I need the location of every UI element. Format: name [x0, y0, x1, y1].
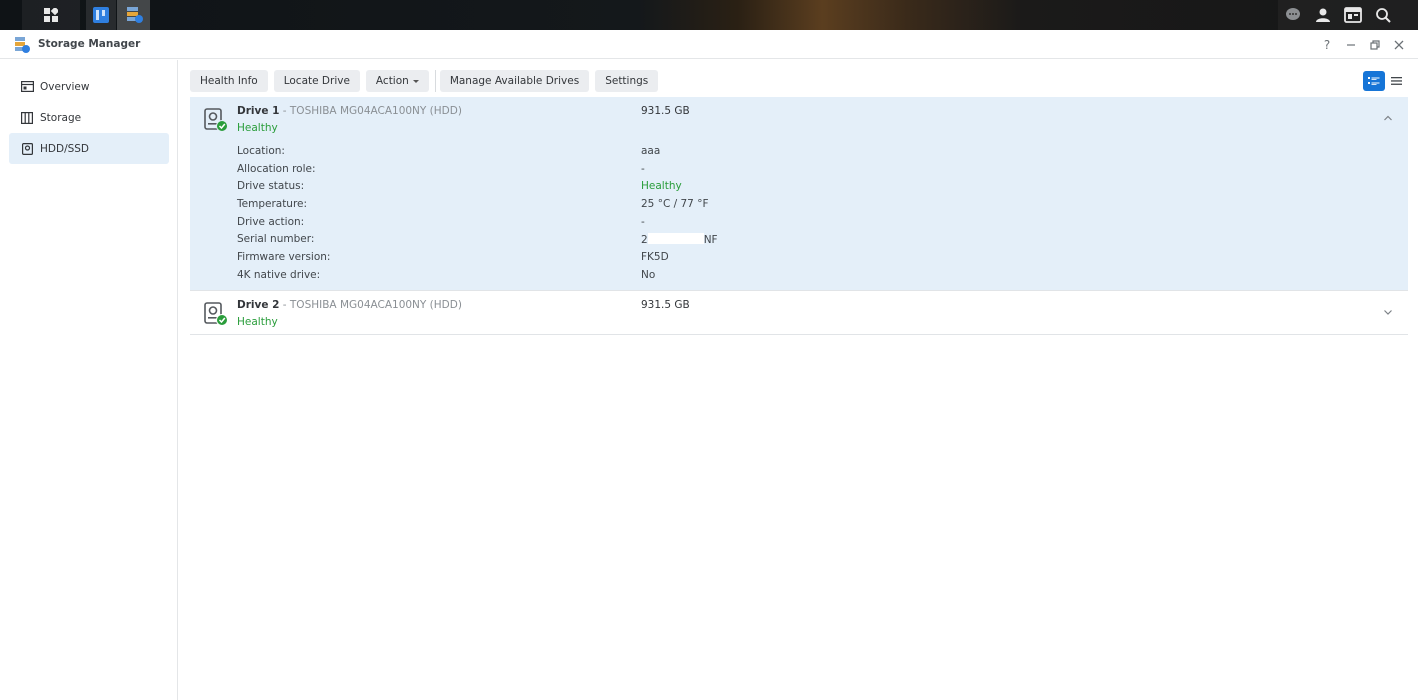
action-label: Action: [375, 75, 409, 87]
sidebar-item-label: Overview: [40, 80, 90, 93]
sidebar-item-label: Storage: [40, 111, 82, 124]
search-icon[interactable]: [1368, 0, 1398, 30]
storage-manager-icon: [15, 37, 30, 53]
chevron-down-icon[interactable]: [1382, 306, 1394, 318]
detail-label: Firmware version:: [237, 251, 331, 264]
sidebar-item-hdd-ssd[interactable]: HDD/SSD: [9, 133, 169, 164]
toolbar: Health Info Locate Drive Action Manage A…: [190, 70, 664, 92]
main-menu-button[interactable]: [22, 0, 80, 30]
serial-prefix: 2: [641, 234, 648, 247]
detail-label: Serial number:: [237, 233, 315, 246]
close-button[interactable]: [1390, 36, 1408, 54]
drive-model: - TOSHIBA MG04ACA100NY (HDD): [279, 105, 462, 117]
health-info-button[interactable]: Health Info: [190, 70, 268, 92]
taskbar-app-control-panel[interactable]: [86, 0, 116, 30]
list-view-button[interactable]: [1385, 71, 1407, 91]
grid-icon: [44, 8, 58, 22]
drive-title: Drive 2 - TOSHIBA MG04ACA100NY (HDD): [237, 299, 462, 311]
taskbar: [0, 0, 1418, 30]
detail-value: -: [641, 162, 645, 175]
detail-row-firmware-version: Firmware version: FK5D: [237, 251, 937, 269]
drive-name: Drive 1: [237, 105, 280, 117]
detail-value: Healthy: [641, 180, 682, 193]
window-title: Storage Manager: [38, 38, 141, 50]
storage-icon: [20, 111, 34, 125]
widgets-icon[interactable]: [1338, 0, 1368, 30]
detail-view-button[interactable]: [1363, 71, 1385, 91]
settings-button[interactable]: Settings: [595, 70, 659, 92]
hdd-healthy-icon: [204, 108, 228, 132]
detail-value: 25 °C / 77 °F: [641, 198, 709, 211]
detail-row-serial-number: Serial number: 2 NF: [237, 233, 937, 251]
detail-value: -: [641, 215, 645, 228]
detail-row-location: Location: aaa: [237, 145, 937, 163]
taskbar-tray: [1278, 0, 1418, 30]
chat-icon[interactable]: [1278, 0, 1308, 30]
drive-list: Drive 1 - TOSHIBA MG04ACA100NY (HDD) Hea…: [190, 97, 1408, 335]
minimize-button[interactable]: [1342, 36, 1360, 54]
detail-label: Drive status:: [237, 180, 305, 193]
sidebar-item-label: HDD/SSD: [40, 142, 90, 155]
redaction-mask: [647, 233, 704, 245]
drive-row-1[interactable]: Drive 1 - TOSHIBA MG04ACA100NY (HDD) Hea…: [190, 97, 1408, 291]
hdd-icon: [20, 142, 34, 156]
storage-manager-icon: [126, 7, 143, 23]
drive-title: Drive 1 - TOSHIBA MG04ACA100NY (HDD): [237, 105, 462, 117]
drive-details: Location: aaa Allocation role: - Drive s…: [237, 145, 937, 287]
detail-list-icon: [1368, 77, 1380, 85]
help-button[interactable]: ?: [1318, 36, 1336, 54]
overview-icon: [20, 80, 34, 94]
drive-size: 931.5 GB: [641, 105, 690, 117]
drive-model: - TOSHIBA MG04ACA100NY (HDD): [279, 299, 462, 311]
detail-row-4k-native: 4K native drive: No: [237, 269, 937, 287]
window-titlebar[interactable]: Storage Manager ?: [0, 30, 1418, 59]
detail-label: Location:: [237, 145, 285, 157]
drive-health-status: Healthy: [237, 316, 278, 328]
detail-value: aaa: [641, 145, 661, 157]
drive-size: 931.5 GB: [641, 299, 690, 311]
detail-value: No: [641, 268, 656, 281]
serial-suffix: NF: [703, 234, 718, 247]
drive-health-status: Healthy: [237, 122, 278, 134]
close-icon: [1394, 40, 1404, 50]
detail-label: 4K native drive:: [237, 268, 321, 281]
detail-label: Allocation role:: [237, 162, 316, 175]
chevron-up-icon[interactable]: [1382, 112, 1394, 124]
detail-label: Temperature:: [237, 198, 308, 211]
caret-down-icon: [412, 79, 419, 83]
control-panel-icon: [93, 7, 109, 23]
manage-available-drives-button[interactable]: Manage Available Drives: [439, 70, 590, 92]
detail-label: Drive action:: [237, 215, 305, 228]
minimize-icon: [1347, 44, 1355, 46]
locate-drive-button[interactable]: Locate Drive: [273, 70, 360, 92]
detail-row-temperature: Temperature: 25 °C / 77 °F: [237, 198, 937, 216]
restore-button[interactable]: [1366, 36, 1384, 54]
user-icon[interactable]: [1308, 0, 1338, 30]
drive-row-2[interactable]: Drive 2 - TOSHIBA MG04ACA100NY (HDD) Hea…: [190, 291, 1408, 335]
detail-row-allocation-role: Allocation role: -: [237, 163, 937, 181]
hdd-healthy-icon: [204, 302, 228, 326]
help-icon: ?: [1323, 38, 1331, 52]
taskbar-app-storage-manager[interactable]: [117, 0, 150, 30]
action-dropdown-button[interactable]: Action: [365, 70, 429, 92]
detail-value: 2 NF: [641, 233, 718, 246]
sidebar: Overview Storage HDD/SSD: [0, 60, 178, 700]
list-icon: [1390, 77, 1402, 85]
toolbar-divider: [434, 70, 436, 92]
sidebar-item-storage[interactable]: Storage: [9, 102, 169, 133]
sidebar-item-overview[interactable]: Overview: [9, 71, 169, 102]
drive-name: Drive 2: [237, 299, 280, 311]
view-toggle: [1363, 71, 1407, 91]
restore-icon: [1370, 40, 1380, 50]
detail-row-drive-status: Drive status: Healthy: [237, 180, 937, 198]
detail-row-drive-action: Drive action: -: [237, 216, 937, 234]
detail-value: FK5D: [641, 251, 669, 264]
